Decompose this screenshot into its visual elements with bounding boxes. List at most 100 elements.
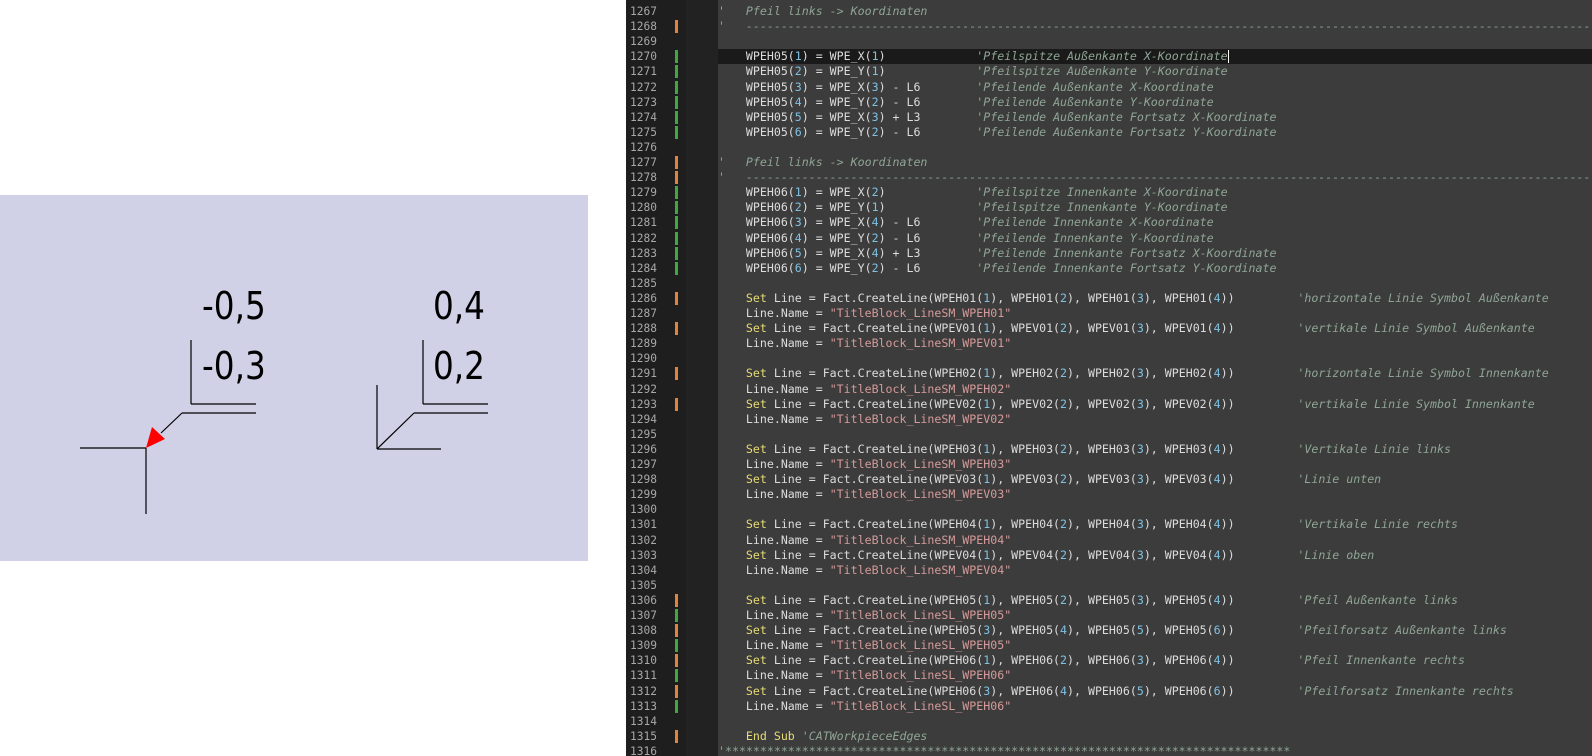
- code-token-comment: 'Linie oben: [1297, 547, 1375, 562]
- code-line[interactable]: Set Line = Fact.CreateLine(WPEV03(1), WP…: [718, 472, 1592, 487]
- code-token-plain: ), WPEH06(: [1067, 683, 1137, 698]
- modified-line-marker: [675, 367, 678, 381]
- code-line[interactable]: End Sub 'CATWorkpieceEdges: [718, 729, 1592, 744]
- code-token-comment: 'Pfeilende Außenkante Fortsatz Y-Koordin…: [976, 124, 1277, 139]
- code-line[interactable]: Line.Name = "TitleBlock_LineSM_WPEH02": [718, 382, 1592, 397]
- code-line[interactable]: Set Line = Fact.CreateLine(WPEH06(3), WP…: [718, 684, 1592, 699]
- code-line[interactable]: Set Line = Fact.CreateLine(WPEV04(1), WP…: [718, 548, 1592, 563]
- code-line[interactable]: Set Line = Fact.CreateLine(WPEH02(1), WP…: [718, 366, 1592, 381]
- code-token-plain: ), WPEH01(: [1143, 290, 1214, 305]
- code-token-number: 2: [1060, 321, 1068, 336]
- code-line[interactable]: [718, 276, 1592, 291]
- code-line[interactable]: Line.Name = "TitleBlock_LineSM_WPEH03": [718, 457, 1592, 472]
- code-line[interactable]: WPEH05(5) = WPE_X(3) + L3 'Pfeilende Auß…: [718, 110, 1592, 125]
- code-line[interactable]: [718, 578, 1592, 593]
- code-line[interactable]: Line.Name = "TitleBlock_LineSM_WPEV02": [718, 412, 1592, 427]
- code-token-plain: ), WPEV01(: [1067, 321, 1137, 336]
- code-line[interactable]: ' Pfeil links -> Koordinaten: [718, 155, 1592, 170]
- code-line[interactable]: Line.Name = "TitleBlock_LineSM_WPEH04": [718, 533, 1592, 548]
- code-line[interactable]: Line.Name = "TitleBlock_LineSL_WPEH06": [718, 668, 1592, 683]
- line-number: 1289: [630, 337, 657, 351]
- code-area[interactable]: ' Pfeil links -> Koordinaten ' ----------…: [718, 0, 1592, 756]
- code-line[interactable]: [718, 140, 1592, 155]
- code-token-comment: 'Pfeilspitze Außenkante X-Koordinate: [976, 49, 1228, 64]
- code-line[interactable]: Line.Name = "TitleBlock_LineSL_WPEH05": [718, 638, 1592, 653]
- code-token-plain: )): [1220, 441, 1298, 456]
- code-line[interactable]: WPEH06(5) = WPE_X(4) + L3 'Pfeilende Inn…: [718, 246, 1592, 261]
- code-line[interactable]: Set Line = Fact.CreateLine(WPEH06(1), WP…: [718, 653, 1592, 668]
- code-token-number: 2: [871, 124, 879, 139]
- code-line[interactable]: Line.Name = "TitleBlock_LineSM_WPEV04": [718, 563, 1592, 578]
- code-token-plain: Line = Fact.CreateLine(WPEH06(: [773, 653, 984, 668]
- code-line[interactable]: Line.Name = "TitleBlock_LineSL_WPEH05": [718, 608, 1592, 623]
- code-token-number: 2: [871, 94, 879, 109]
- code-line[interactable]: WPEH06(2) = WPE_Y(1) 'Pfeilspitze Innenk…: [718, 200, 1592, 215]
- line-number: 1299: [630, 488, 657, 502]
- code-line[interactable]: WPEH06(3) = WPE_X(4) - L6 'Pfeilende Inn…: [718, 215, 1592, 230]
- line-number: 1269: [630, 35, 657, 49]
- modified-line-marker: [675, 729, 678, 743]
- code-token-plain: WPEH05(: [718, 109, 795, 124]
- modified-line-marker: [675, 322, 678, 336]
- inner-arrow-shaft-line: [376, 412, 415, 450]
- code-line[interactable]: '***************************************…: [718, 744, 1592, 756]
- code-token-plain: Line = Fact.CreateLine(WPEV01(: [773, 321, 984, 336]
- code-line[interactable]: ' Pfeil links -> Koordinaten: [718, 4, 1592, 19]
- code-line[interactable]: [718, 427, 1592, 442]
- code-line[interactable]: WPEH06(1) = WPE_X(2) 'Pfeilspitze Innenk…: [718, 185, 1592, 200]
- code-line[interactable]: Line.Name = "TitleBlock_LineSM_WPEV01": [718, 336, 1592, 351]
- code-token-plain: ): [878, 49, 977, 64]
- code-line[interactable]: Set Line = Fact.CreateLine(WPEH05(1), WP…: [718, 593, 1592, 608]
- code-line[interactable]: WPEH05(3) = WPE_X(3) - L6 'Pfeilende Auß…: [718, 80, 1592, 95]
- code-line[interactable]: WPEH06(4) = WPE_Y(2) - L6 'Pfeilende Inn…: [718, 231, 1592, 246]
- code-line[interactable]: Set Line = Fact.CreateLine(WPEH05(3), WP…: [718, 623, 1592, 638]
- code-token-number: 2: [1060, 653, 1068, 668]
- code-line[interactable]: ' --------------------------------------…: [718, 170, 1592, 185]
- code-line[interactable]: WPEH05(2) = WPE_Y(1) 'Pfeilspitze Außenk…: [718, 64, 1592, 79]
- code-line[interactable]: [718, 34, 1592, 49]
- code-line[interactable]: Line.Name = "TitleBlock_LineSM_WPEH01": [718, 306, 1592, 321]
- code-line[interactable]: WPEH05(6) = WPE_Y(2) - L6 'Pfeilende Auß…: [718, 125, 1592, 140]
- code-line[interactable]: [718, 351, 1592, 366]
- code-token-plain: WPEH06(: [718, 260, 795, 275]
- code-line[interactable]: Set Line = Fact.CreateLine(WPEH01(1), WP…: [718, 291, 1592, 306]
- code-token-number: 2: [1060, 290, 1068, 305]
- current-code-line[interactable]: WPEH05(1) = WPE_X(1) 'Pfeilspitze Außenk…: [718, 49, 1592, 65]
- drawing-preview: -0,5 -0,3 0,4 0,2: [0, 195, 588, 561]
- saved-change-marker: [675, 231, 678, 245]
- code-token-string: "TitleBlock_LineSL_WPEH05": [829, 638, 1012, 653]
- line-number: 1276: [630, 140, 657, 154]
- code-token-keyword: Set: [718, 547, 774, 562]
- code-token-plain: ): [878, 64, 977, 79]
- code-token-comment: 'Pfeilforsatz Innenkante rechts: [1297, 683, 1514, 698]
- code-line[interactable]: [718, 502, 1592, 517]
- code-token-plain: WPEH05(: [718, 94, 795, 109]
- code-token-plain: ), WPEV02(: [1143, 396, 1214, 411]
- code-line[interactable]: WPEH06(6) = WPE_Y(2) - L6 'Pfeilende Inn…: [718, 261, 1592, 276]
- saved-change-marker: [675, 110, 678, 124]
- code-token-number: 2: [794, 64, 802, 79]
- code-line[interactable]: [718, 714, 1592, 729]
- code-token-plain: ) = WPE_Y(: [801, 260, 872, 275]
- code-token-number: 5: [794, 109, 802, 124]
- code-line[interactable]: Line.Name = "TitleBlock_LineSM_WPEV03": [718, 487, 1592, 502]
- code-token-plain: WPEH05(: [718, 64, 795, 79]
- code-token-comment: 'vertikale Linie Symbol Außenkante: [1297, 321, 1535, 336]
- code-line[interactable]: Set Line = Fact.CreateLine(WPEH04(1), WP…: [718, 517, 1592, 532]
- code-line[interactable]: Line.Name = "TitleBlock_LineSL_WPEH06": [718, 699, 1592, 714]
- code-token-number: 2: [1060, 517, 1068, 532]
- code-token-comment: 'Pfeilende Außenkante X-Koordinate: [976, 79, 1214, 94]
- code-token-number: 5: [1136, 683, 1144, 698]
- code-line[interactable]: WPEH05(4) = WPE_Y(2) - L6 'Pfeilende Auß…: [718, 95, 1592, 110]
- code-editor[interactable]: 1267 1268 1269 1270 1271 1272 1273 1274 1275 1276…: [626, 0, 1592, 756]
- code-line[interactable]: Set Line = Fact.CreateLine(WPEV01(1), WP…: [718, 321, 1592, 336]
- line-number: 1298: [630, 473, 657, 487]
- code-token-plain: ): [878, 185, 977, 200]
- code-token-plain: ), WPEV03(: [1067, 472, 1137, 487]
- code-line[interactable]: ' --------------------------------------…: [718, 19, 1592, 34]
- saved-change-marker: [675, 95, 678, 109]
- code-line[interactable]: Set Line = Fact.CreateLine(WPEH03(1), WP…: [718, 442, 1592, 457]
- code-token-plain: ) + L3: [878, 245, 977, 260]
- code-token-plain: Line = Fact.CreateLine(WPEH05(: [773, 592, 984, 607]
- code-line[interactable]: Set Line = Fact.CreateLine(WPEV02(1), WP…: [718, 397, 1592, 412]
